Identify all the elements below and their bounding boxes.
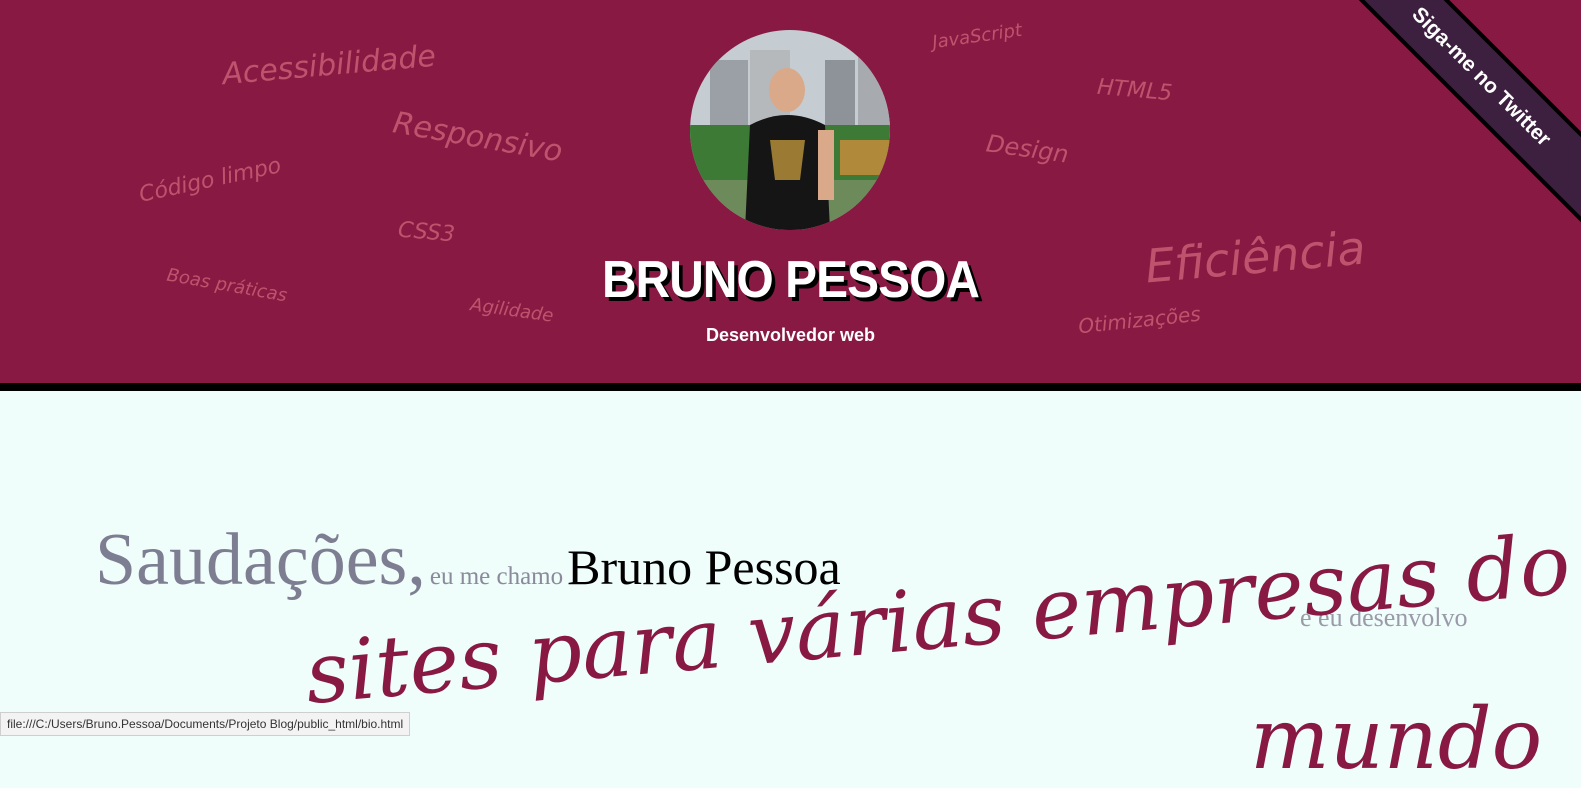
browser-status-bar: file:///C:/Users/Bruno.Pessoa/Documents/… [0,712,411,736]
skill-tag: Acessibilidade [220,38,438,93]
status-url: file:///C:/Users/Bruno.Pessoa/Documents/… [7,717,404,731]
skill-tag: CSS3 [397,217,456,248]
twitter-ribbon-link[interactable]: Siga-me no Twitter [1331,0,1581,227]
skill-tag: Código limpo [136,153,284,208]
skill-tag: Responsivo [390,105,566,170]
skill-tag: JavaScript [930,19,1024,54]
profile-header: Acessibilidade Responsivo Código limpo C… [0,0,1581,383]
greeting-text: Saudações, [95,519,426,601]
headline-text-2: mundo [1250,690,1543,788]
profile-subtitle: Desenvolvedor web [705,325,876,345]
profile-avatar [690,30,890,230]
header-divider [0,383,1581,391]
intro-text: eu me chamo [429,563,564,590]
skill-tag: HTML5 [1096,74,1174,107]
twitter-ribbon-label: Siga-me no Twitter [1407,2,1556,151]
skill-tag: Design [984,129,1071,169]
profile-name: BRUNO PESSOA [601,251,980,309]
